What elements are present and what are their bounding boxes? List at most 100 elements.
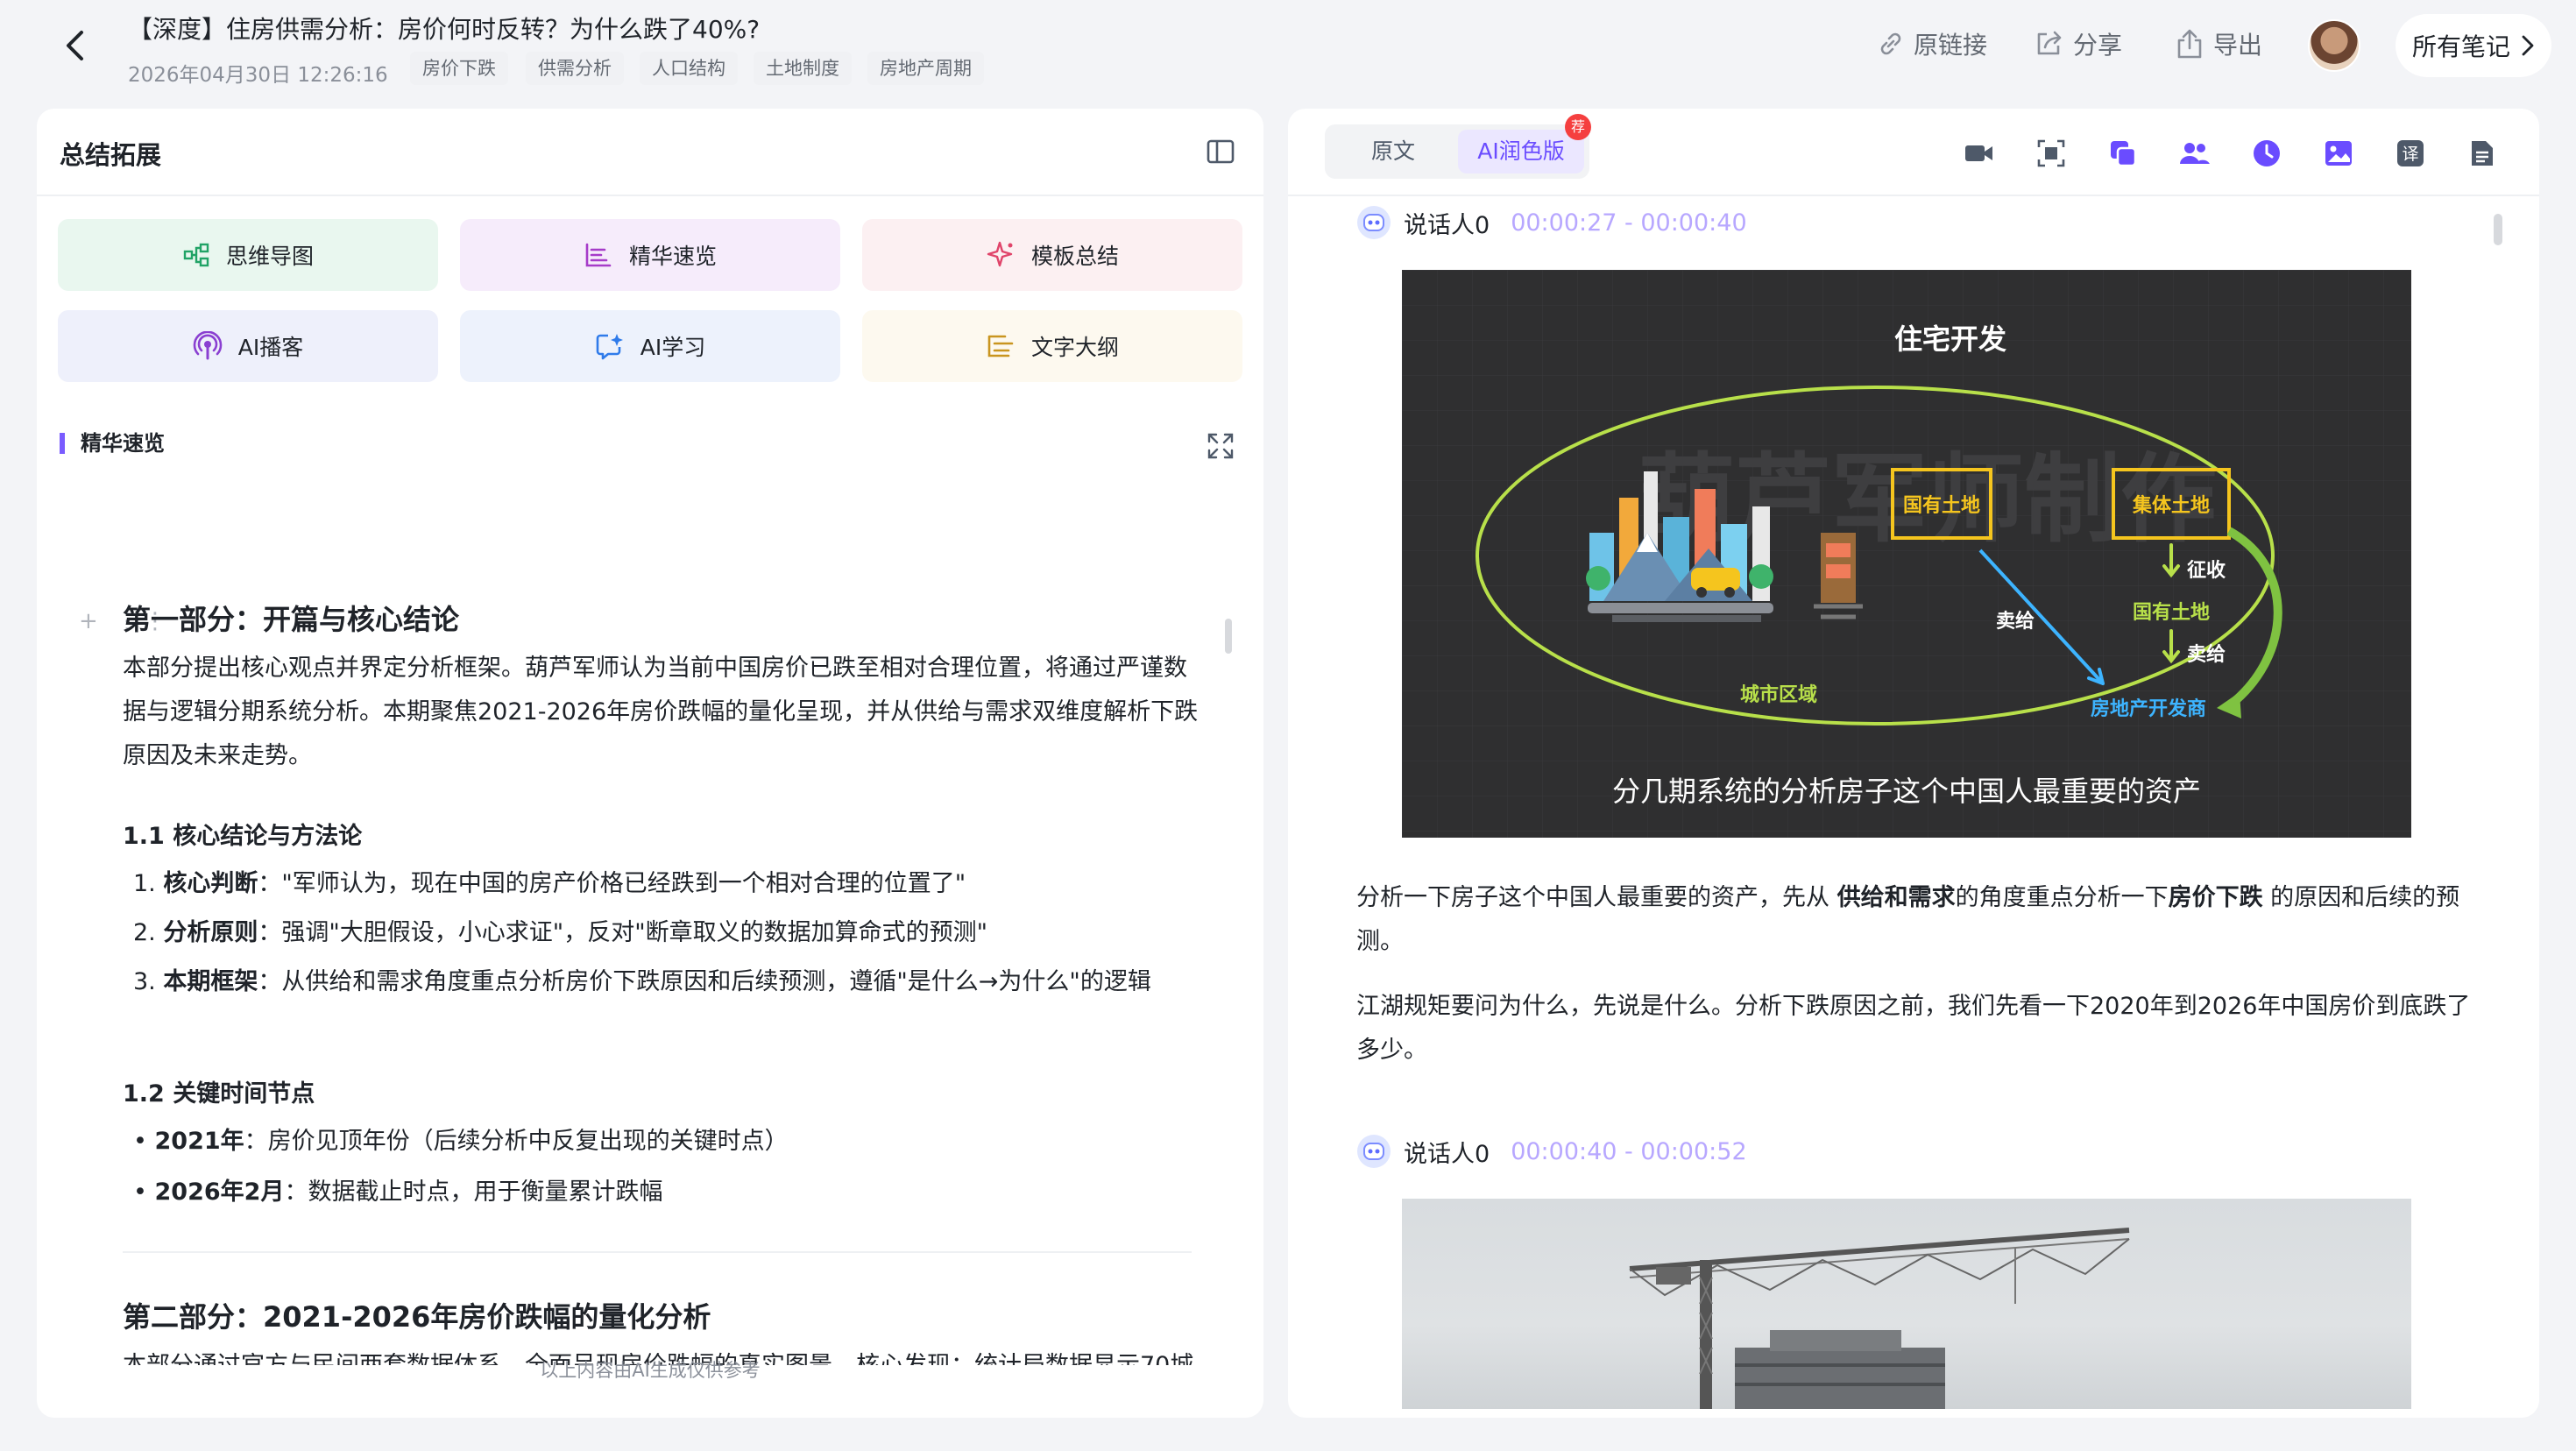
sell-label-2: 卖给 <box>2187 643 2226 666</box>
copy-button[interactable] <box>2105 135 2141 172</box>
export-button[interactable]: 导出 <box>2175 26 2262 61</box>
sell-label: 卖给 <box>1996 610 2035 633</box>
transcript-panel: 原文 AI润色版 荐 译 说话人0 00:00:27 - 00:00:40 葫芦… <box>1288 109 2539 1418</box>
ai-podcast-button[interactable]: AI播客 <box>58 310 438 382</box>
translate-icon: 译 <box>2397 140 2424 166</box>
share-button[interactable]: 分享 <box>2035 26 2122 61</box>
source-link-label: 原链接 <box>1914 31 1988 60</box>
text-outline-button[interactable]: 文字大纲 <box>862 310 1242 382</box>
scrollbar[interactable] <box>1225 619 1232 654</box>
tab-original[interactable]: 原文 <box>1332 130 1454 173</box>
divider <box>37 195 1263 196</box>
ai-learn-icon <box>596 334 623 360</box>
video-frame[interactable]: 葫芦军师制作 住宅开发 国有土地 集体土地 卖给 征收 国有土地 卖给 房地产开… <box>1402 270 2411 838</box>
view-tabs: 原文 AI润色版 <box>1325 124 1589 179</box>
link-icon <box>1880 32 1901 55</box>
document-icon <box>2472 141 2493 166</box>
part1-paragraph: 本部分提出核心观点并界定分析框架。葫芦军师认为当前中国房价已跌至相对合理位置，将… <box>123 655 1199 769</box>
speaker-row: 说话人0 00:00:27 - 00:00:40 <box>1356 205 1747 240</box>
template-summary-button[interactable]: 模板总结 <box>862 219 1242 291</box>
speakers-button[interactable] <box>2176 135 2213 172</box>
robot-avatar-icon <box>1357 1135 1391 1168</box>
svg-text:译: 译 <box>2402 145 2418 164</box>
part2-title: 第二部分：2021-2026年房价跌幅的量化分析 <box>123 1300 711 1334</box>
expand-button[interactable] <box>1206 431 1235 461</box>
divider <box>123 1251 1192 1253</box>
ai-podcast-label: AI播客 <box>237 335 304 360</box>
transcript-paragraph[interactable]: 江湖规矩要问为什么，先说是什么。分析下跌原因之前，我们先看一下2020年到202… <box>1356 985 2487 1072</box>
video-icon <box>1965 145 1992 161</box>
developer-label: 房地产开发商 <box>2091 697 2206 720</box>
image-icon <box>2325 141 2352 166</box>
scrollbar[interactable] <box>2494 214 2502 245</box>
timestamp-button[interactable] <box>2248 135 2285 172</box>
summary-title: 总结拓展 <box>60 140 162 170</box>
tag[interactable]: 房地产周期 <box>867 52 984 85</box>
list-item: 3. 本期框架：从供给和需求角度重点分析房价下跌原因和后续预测，遵循"是什么→为… <box>133 968 1151 995</box>
video-subtitle: 分几期系统的分析房子这个中国人最重要的资产 <box>1612 775 2201 808</box>
all-notes-button[interactable]: 所有笔记 <box>2396 14 2551 77</box>
tab-ai-polished[interactable]: AI润色版 <box>1458 130 1584 173</box>
copy-icon <box>2111 141 2137 167</box>
section-heading-1-2: 1.2 关键时间节点 <box>123 1080 315 1108</box>
mindmap-icon <box>183 243 209 267</box>
recommend-badge: 荐 <box>1565 114 1591 140</box>
expand-icon <box>1207 433 1234 459</box>
highlights-label: 精华速览 <box>628 244 717 269</box>
tag[interactable]: 供需分析 <box>526 52 624 85</box>
avatar[interactable] <box>2308 19 2360 72</box>
text-outline-label: 文字大纲 <box>1030 335 1119 360</box>
list-item: • 2026年2月：数据截止时点，用于衡量累计跌幅 <box>133 1178 663 1206</box>
screenshot-icon <box>2037 139 2065 167</box>
sidebar-toggle-button[interactable] <box>1206 137 1235 166</box>
slide-diagram: 葫芦军师制作 住宅开发 国有土地 集体土地 卖给 征收 国有土地 卖给 房地产开… <box>1402 270 2411 838</box>
highlights-button[interactable]: 精华速览 <box>460 219 840 291</box>
ai-learn-label: AI学习 <box>640 335 706 360</box>
collective-land-label: 集体土地 <box>2132 494 2210 517</box>
section-label: 精华速览 <box>60 433 165 454</box>
export-icon <box>2177 29 2202 59</box>
list-item: 1. 核心判断："军师认为，现在中国的房产价格已经跌到一个相对合理的位置了" <box>133 870 966 897</box>
speaker-name[interactable]: 说话人0 <box>1404 1135 1490 1169</box>
image-button[interactable] <box>2320 135 2357 172</box>
mindmap-label: 思维导图 <box>225 244 314 269</box>
tower-illustration-icon <box>1814 533 1863 619</box>
segment-timestamp[interactable]: 00:00:27 - 00:00:40 <box>1511 209 1746 237</box>
screenshot-button[interactable] <box>2033 135 2070 172</box>
document-button[interactable] <box>2464 135 2501 172</box>
ai-disclaimer: 以上内容由AI生成仅供参考 <box>540 1360 761 1381</box>
speaker-name[interactable]: 说话人0 <box>1404 206 1490 240</box>
urban-area-label: 城市区域 <box>1740 683 1817 706</box>
expropriate-label: 征收 <box>2187 559 2226 582</box>
list-item: 2. 分析原则：强调"大胆假设，小心求证"，反对"断章取义的数据加算命式的预测" <box>133 919 988 946</box>
export-label: 导出 <box>2213 31 2263 60</box>
speaker-row: 说话人0 00:00:40 - 00:00:52 <box>1356 1134 1747 1169</box>
clock-icon <box>2254 140 2280 166</box>
segment-timestamp[interactable]: 00:00:40 - 00:00:52 <box>1511 1138 1746 1165</box>
section-heading-1-1: 1.1 核心结论与方法论 <box>123 823 363 850</box>
mindmap-button[interactable]: 思维导图 <box>58 219 438 291</box>
speakers-icon <box>2180 143 2210 164</box>
sidebar-icon <box>1207 139 1235 164</box>
template-summary-label: 模板总结 <box>1030 244 1119 269</box>
robot-avatar-icon <box>1357 206 1391 239</box>
sparkle-icon <box>987 241 1013 267</box>
transcript-paragraph[interactable]: 分析一下房子这个中国人最重要的资产，先从 供给和需求的角度重点分析一下房价下跌 … <box>1356 876 2487 964</box>
tag[interactable]: 人口结构 <box>640 52 738 85</box>
translate-button[interactable]: 译 <box>2392 135 2429 172</box>
tag[interactable]: 房价下跌 <box>410 52 508 85</box>
page-title: 【深度】住房供需分析：房价何时反转？为什么跌了40%? <box>128 15 761 44</box>
source-link-button[interactable]: 原链接 <box>1877 26 1987 61</box>
ai-learn-button[interactable]: AI学习 <box>460 310 840 382</box>
video-frame[interactable] <box>1402 1199 2411 1409</box>
list-item: • 2021年：房价见顶年份（后续分析中反复出现的关键时点） <box>133 1128 789 1155</box>
share-icon <box>2037 31 2062 55</box>
podcast-icon <box>193 331 222 360</box>
state-land-label: 国有土地 <box>1903 494 1980 517</box>
outline-icon <box>987 335 1014 357</box>
back-button[interactable] <box>54 25 96 67</box>
tag[interactable]: 土地制度 <box>754 52 852 85</box>
doc-date: 2026年04月30日 12:26:16 <box>128 64 388 87</box>
video-button[interactable] <box>1961 135 1998 172</box>
summary-content: + ⋮⋮ 第一部分：开篇与核心结论 本部分提出核心观点并界定分析框架。葫芦军师认… <box>37 471 1246 1365</box>
